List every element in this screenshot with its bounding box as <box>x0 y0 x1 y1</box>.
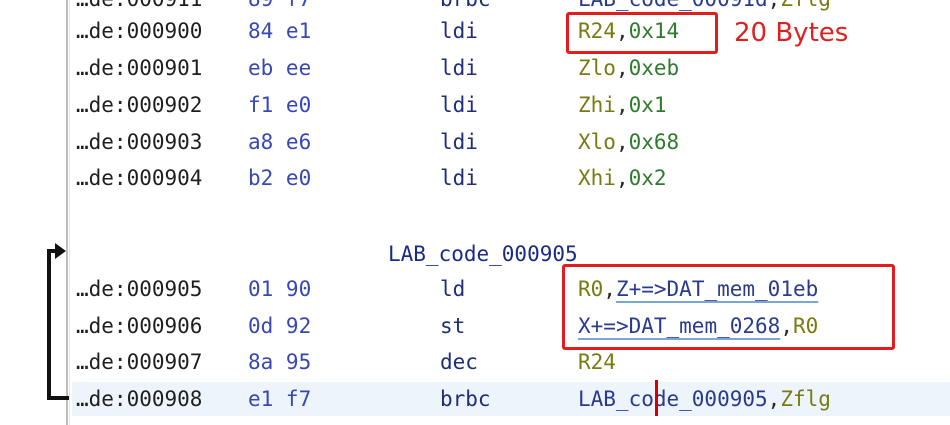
line-mnemonic[interactable]: st <box>440 309 465 343</box>
operand[interactable]: , <box>616 56 629 80</box>
operand[interactable]: Zflg <box>780 387 831 411</box>
code-line[interactable]: …de:000901 eb ee ldi Zlo,0xeb <box>72 51 950 85</box>
line-mnemonic[interactable]: ldi <box>440 161 478 195</box>
line-operands[interactable]: Zlo,0xeb <box>578 51 679 85</box>
line-bytes: f1 e0 <box>248 93 312 117</box>
operand[interactable]: 0x68 <box>629 130 680 154</box>
line-address[interactable]: …de:000902 <box>76 88 202 122</box>
operand[interactable]: , <box>768 0 781 11</box>
line-address[interactable]: …de:000903 <box>76 125 202 159</box>
operand[interactable]: LAB_code_00091d <box>578 0 768 11</box>
line-operands[interactable]: Xlo,0x68 <box>578 125 679 159</box>
line-mnemonic[interactable]: ld <box>440 272 465 306</box>
operand[interactable]: 0xeb <box>629 56 680 80</box>
operand[interactable]: R24 <box>578 350 616 374</box>
line-operands[interactable]: R24 <box>578 345 616 379</box>
line-bytes: 01 90 <box>248 277 312 301</box>
line-address[interactable]: …de:000907 <box>76 345 202 379</box>
line-operands[interactable]: Zhi,0x1 <box>578 88 667 122</box>
line-mnemonic[interactable]: brbc <box>440 382 491 416</box>
operand[interactable]: , <box>768 387 781 411</box>
code-line[interactable]: …de:000907 8a 95 dec R24 <box>72 345 950 379</box>
line-operands[interactable]: Xhi,0x2 <box>578 161 667 195</box>
line-bytes: b2 e0 <box>248 166 312 190</box>
code-line[interactable]: …de:000902 f1 e0 ldi Zhi,0x1 <box>72 88 950 122</box>
line-mnemonic[interactable]: ldi <box>440 125 478 159</box>
branch-arrow-icon <box>55 243 66 259</box>
line-mnemonic[interactable]: ldi <box>440 88 478 122</box>
text-cursor <box>655 380 658 416</box>
operand[interactable]: , <box>616 166 629 190</box>
operand[interactable]: Zflg <box>780 0 831 11</box>
line-bytes: 0d 92 <box>248 314 312 338</box>
line-mnemonic[interactable]: ldi <box>440 14 478 48</box>
code-line[interactable]: …de:000903 a8 e6 ldi Xlo,0x68 <box>72 125 950 159</box>
line-address[interactable]: …de:000900 <box>76 14 202 48</box>
operand[interactable]: 0x2 <box>629 166 667 190</box>
operand[interactable]: 0x1 <box>629 93 667 117</box>
line-mnemonic[interactable]: ldi <box>440 51 478 85</box>
gutter-divider-inner <box>69 0 70 425</box>
operand[interactable]: Zhi <box>578 93 616 117</box>
left-gutter <box>0 0 66 425</box>
operand[interactable]: LAB_code_000905 <box>578 387 768 411</box>
line-address[interactable]: …de:000908 <box>76 382 202 416</box>
code-label[interactable]: LAB_code_000905 <box>388 237 578 271</box>
code-line[interactable]: …de:000908 e1 f7 brbc LAB_code_000905,Zflg <box>72 382 950 416</box>
line-address[interactable]: …de:000901 <box>76 51 202 85</box>
line-bytes: e1 f7 <box>248 387 312 411</box>
line-bytes: a8 e6 <box>248 130 312 154</box>
operand[interactable]: Xhi <box>578 166 616 190</box>
branch-flow-line <box>47 249 51 400</box>
line-bytes: 8a 95 <box>248 350 312 374</box>
code-line[interactable]: …de:000904 b2 e0 ldi Xhi,0x2 <box>72 161 950 195</box>
line-mnemonic[interactable]: dec <box>440 345 478 379</box>
operand[interactable]: Xlo <box>578 130 616 154</box>
annotation-text: 20 Bytes <box>734 18 849 48</box>
gutter-divider <box>66 0 68 425</box>
operand[interactable]: Zlo <box>578 56 616 80</box>
line-bytes: eb ee <box>248 56 312 80</box>
operand[interactable]: , <box>616 93 629 117</box>
operand[interactable]: , <box>616 130 629 154</box>
annotation-box-ld-st <box>562 264 895 350</box>
annotation-box-r24 <box>566 12 718 54</box>
branch-flow-bottom <box>47 396 69 400</box>
line-bytes: 84 e1 <box>248 19 312 43</box>
line-address[interactable]: …de:000904 <box>76 161 202 195</box>
line-address[interactable]: …de:000905 <box>76 272 202 306</box>
line-operands[interactable]: LAB_code_000905,Zflg <box>578 382 831 416</box>
line-address[interactable]: …de:000906 <box>76 309 202 343</box>
